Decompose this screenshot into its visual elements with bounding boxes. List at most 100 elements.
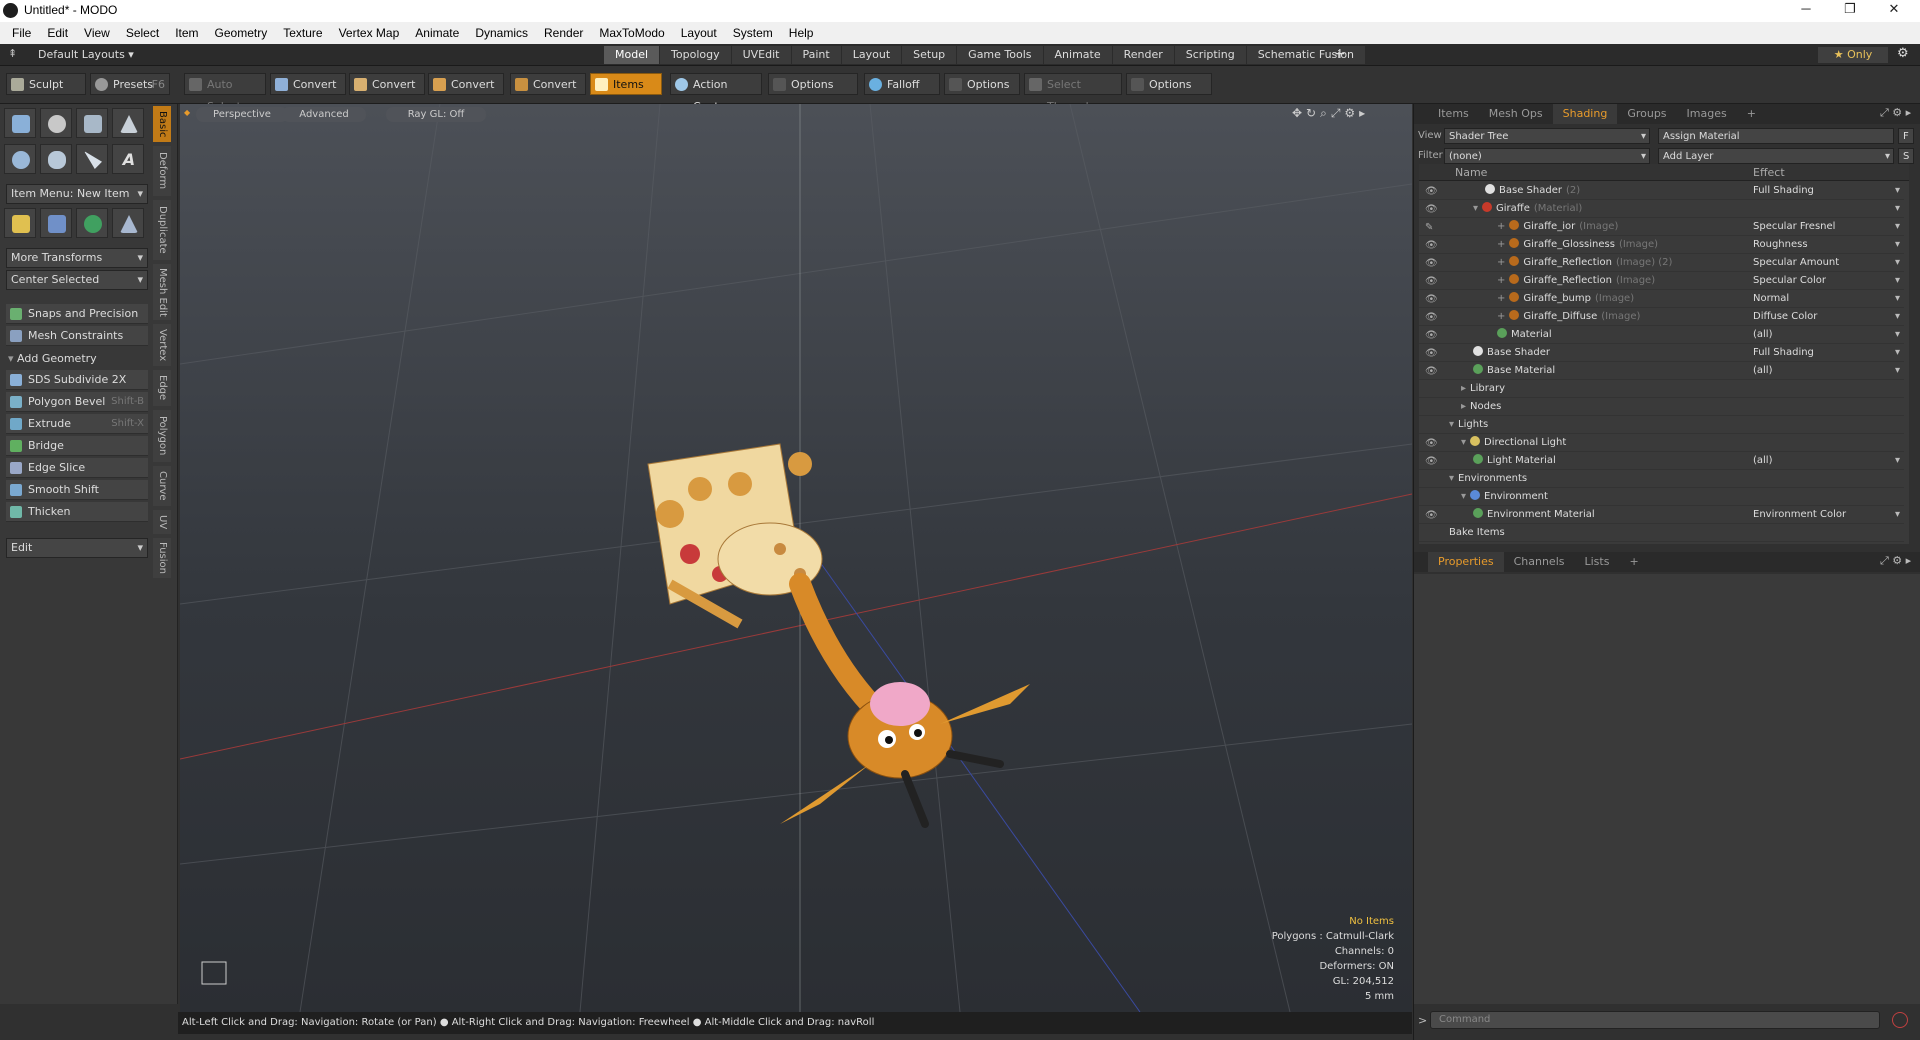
- shader-tree-row[interactable]: ▾ Environment: [1419, 488, 1904, 506]
- f-button[interactable]: F: [1898, 128, 1914, 144]
- visibility-eye-icon[interactable]: 👁: [1425, 345, 1438, 363]
- tool-polygon-bevel[interactable]: Polygon Bevel Shift-B: [6, 392, 148, 412]
- props-tab-properties[interactable]: Properties: [1428, 552, 1504, 572]
- props-tab-channels[interactable]: Channels: [1504, 552, 1575, 572]
- expand-toggle-icon[interactable]: +: [1497, 275, 1505, 286]
- expand-toggle-icon[interactable]: +: [1497, 257, 1505, 268]
- convert-materials-button[interactable]: Convert: [510, 73, 586, 95]
- more-transforms-dropdown[interactable]: More Transforms: [6, 248, 148, 268]
- menu-view[interactable]: View: [76, 26, 118, 40]
- shader-tree-row[interactable]: ▾ Environments: [1419, 470, 1904, 488]
- command-input[interactable]: Command: [1430, 1011, 1880, 1029]
- visibility-eye-icon[interactable]: 👁: [1425, 435, 1438, 453]
- assign-material-button[interactable]: Assign Material: [1658, 128, 1894, 144]
- shader-tree-row[interactable]: 👁 + Giraffe_Glossiness (Image) Roughness: [1419, 236, 1904, 254]
- panel-tab-add[interactable]: +: [1737, 104, 1766, 124]
- edit-dropdown[interactable]: Edit: [6, 538, 148, 558]
- presets-button[interactable]: Presets F6: [90, 73, 170, 95]
- tool-thicken[interactable]: Thicken: [6, 502, 148, 522]
- convert-vertices-button[interactable]: Convert: [270, 73, 346, 95]
- add-layout-button[interactable]: +: [1334, 46, 1346, 62]
- item-menu-dropdown[interactable]: Item Menu: New Item: [6, 184, 148, 204]
- shader-tree-row[interactable]: 👁 + Giraffe_Reflection (Image) Specular Colo…: [1419, 272, 1904, 290]
- menu-help[interactable]: Help: [781, 26, 822, 40]
- layout-arrow-icon[interactable]: ⇞: [8, 47, 17, 60]
- menu-geometry[interactable]: Geometry: [207, 26, 276, 40]
- restore-button[interactable]: ❐: [1830, 1, 1870, 17]
- tool-smooth-shift[interactable]: Smooth Shift: [6, 480, 148, 500]
- layout-tab-layout[interactable]: Layout: [841, 46, 902, 64]
- side-tab-fusion[interactable]: Fusion: [153, 538, 171, 578]
- menu-select[interactable]: Select: [118, 26, 167, 40]
- row-effect[interactable]: Environment Color: [1753, 506, 1900, 524]
- convert-polygons-button[interactable]: Convert: [428, 73, 504, 95]
- layout-tab-topology[interactable]: Topology: [660, 46, 731, 64]
- shader-tree-row[interactable]: 👁 Base Material (all): [1419, 362, 1904, 380]
- properties-maximize-icon[interactable]: ⤢ ⚙ ▸: [1880, 554, 1911, 568]
- layout-tab-setup[interactable]: Setup: [902, 46, 957, 64]
- snaps-precision-button[interactable]: Snaps and Precision: [6, 304, 148, 324]
- tool-extrude[interactable]: Extrude Shift-X: [6, 414, 148, 434]
- row-effect[interactable]: (all): [1753, 326, 1896, 344]
- perspective-button[interactable]: Perspective: [196, 107, 288, 122]
- shader-tree-row[interactable]: 👁 + Giraffe_bump (Image) Normal: [1419, 290, 1904, 308]
- panel-tab-images[interactable]: Images: [1677, 104, 1737, 124]
- shader-tree-row[interactable]: Bake Items: [1419, 524, 1904, 542]
- visibility-eye-icon[interactable]: 👁: [1425, 273, 1438, 291]
- cube-primitive-button[interactable]: [4, 108, 36, 138]
- pen-tool-button[interactable]: [76, 144, 108, 174]
- visibility-eye-icon[interactable]: 👁: [1425, 327, 1438, 345]
- expand-toggle-icon[interactable]: +: [1497, 239, 1505, 250]
- menu-item[interactable]: Item: [167, 26, 206, 40]
- row-effect[interactable]: Roughness: [1753, 236, 1899, 254]
- visibility-eye-icon[interactable]: 👁: [1425, 183, 1438, 201]
- shader-tree-row[interactable]: 👁 Environment Material Environment Color: [1419, 506, 1904, 524]
- shader-tree-row[interactable]: ▸ Library: [1419, 380, 1904, 398]
- menu-file[interactable]: File: [4, 26, 39, 40]
- visibility-eye-icon[interactable]: 👁: [1425, 201, 1438, 219]
- default-layouts-dropdown[interactable]: Default Layouts ▾: [38, 48, 134, 61]
- shader-tree-row[interactable]: 👁 Base Shader (2) Full Shading: [1419, 182, 1904, 200]
- menu-edit[interactable]: Edit: [39, 26, 76, 40]
- only-button[interactable]: ★ Only: [1818, 47, 1888, 63]
- shader-tree-row[interactable]: ✎ + Giraffe_ior (Image) Specular Fresnel: [1419, 218, 1904, 236]
- expand-toggle-icon[interactable]: +: [1497, 311, 1505, 322]
- name-column-header[interactable]: Name: [1455, 164, 1487, 181]
- menu-vertex-map[interactable]: Vertex Map: [331, 26, 408, 40]
- layout-tab-paint[interactable]: Paint: [791, 46, 841, 64]
- layout-tab-uvedit[interactable]: UVEdit: [731, 46, 791, 64]
- expand-toggle-icon[interactable]: ▸: [1461, 383, 1466, 394]
- shader-tree-row[interactable]: 👁 Base Shader Full Shading: [1419, 344, 1904, 362]
- capsule-primitive-button[interactable]: [40, 144, 72, 174]
- menu-system[interactable]: System: [725, 26, 781, 40]
- layout-tab-game-tools[interactable]: Game Tools: [957, 46, 1043, 64]
- row-effect[interactable]: Full Shading: [1753, 182, 1900, 200]
- expand-toggle-icon[interactable]: ▾: [1449, 419, 1454, 430]
- side-tab-edge[interactable]: Edge: [153, 370, 171, 406]
- falloff-options-button[interactable]: Options: [944, 73, 1020, 95]
- text-tool-button[interactable]: A: [112, 144, 144, 174]
- torus-primitive-button[interactable]: [4, 144, 36, 174]
- action-center-button[interactable]: Action Center: [670, 73, 762, 113]
- visibility-eye-icon[interactable]: 👁: [1425, 507, 1438, 525]
- panel-tab-groups[interactable]: Groups: [1617, 104, 1676, 124]
- shader-tree-row[interactable]: 👁 + Giraffe_Reflection (Image) (2) Specular …: [1419, 254, 1904, 272]
- globe-button[interactable]: [76, 208, 108, 238]
- layout-tab-scripting[interactable]: Scripting: [1174, 46, 1246, 64]
- panel-tab-shading[interactable]: Shading: [1552, 104, 1618, 124]
- layout-tab-render[interactable]: Render: [1112, 46, 1174, 64]
- expand-toggle-icon[interactable]: ▸: [1461, 401, 1466, 412]
- side-tab-mesh-edit[interactable]: Mesh Edit: [153, 264, 171, 320]
- viewport-menu-icon[interactable]: ◆: [184, 108, 190, 117]
- tool-bridge[interactable]: Bridge: [6, 436, 148, 456]
- menu-animate[interactable]: Animate: [407, 26, 467, 40]
- menu-layout[interactable]: Layout: [673, 26, 725, 40]
- minimize-button[interactable]: ─: [1786, 1, 1826, 16]
- row-effect[interactable]: Specular Fresnel: [1753, 218, 1901, 236]
- raygl-button[interactable]: Ray GL: Off: [386, 107, 486, 122]
- visibility-eye-icon[interactable]: 👁: [1425, 309, 1438, 327]
- row-effect[interactable]: Full Shading: [1753, 344, 1900, 362]
- effect-column-header[interactable]: Effect: [1753, 164, 1785, 181]
- row-effect[interactable]: Specular Color: [1753, 272, 1900, 290]
- side-tab-curve[interactable]: Curve: [153, 466, 171, 506]
